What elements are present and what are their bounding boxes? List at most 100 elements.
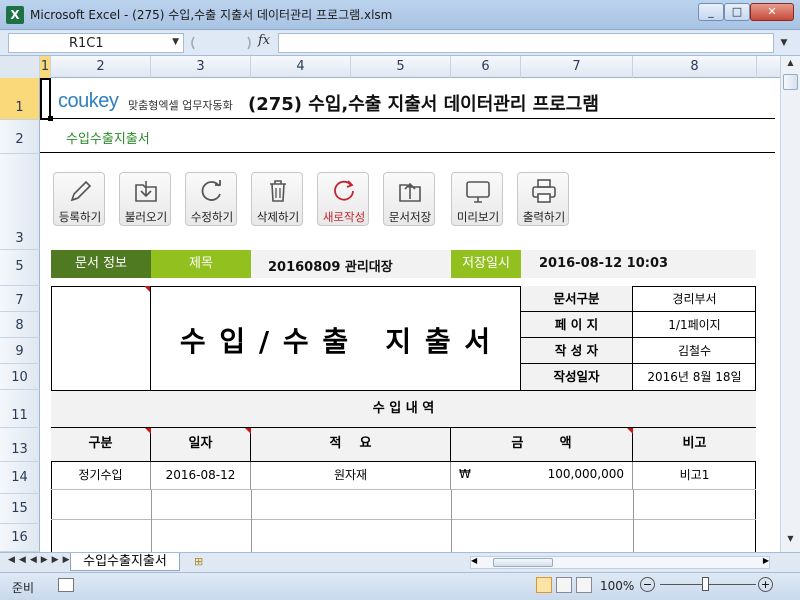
scroll-up-icon[interactable]: ▲ [783,58,798,72]
table-header: 적 요 [251,428,451,462]
form-heading: 수 입 / 수 출 지 출 서 [179,325,493,358]
column-header[interactable]: 5 [351,56,451,78]
meta-label: 작 성 자 [521,338,633,364]
table-row[interactable] [51,490,756,520]
refresh-icon [201,180,221,201]
column-header[interactable]: 7 [521,56,633,78]
column-header[interactable]: 6 [451,56,521,78]
row-header[interactable]: 16 [0,524,40,552]
zoom-level: 100% [600,579,635,593]
row-header[interactable]: 15 [0,494,40,524]
formula-input[interactable] [278,33,774,53]
trash-icon [270,180,286,202]
doc-title-label: 제목 [151,250,251,278]
table-cell[interactable]: 2016-08-12 [151,462,251,490]
hscroll-thumb[interactable] [493,558,553,567]
scroll-left-icon[interactable]: ◀ [471,556,477,565]
name-box-value: R1C1 [69,36,104,51]
page-layout-icon[interactable] [556,577,572,593]
section-title: 수 입 내 역 [51,391,756,428]
minimize-button[interactable]: _ [698,3,724,21]
row-header[interactable]: 11 [0,390,40,428]
printer-icon [532,179,556,203]
column-header[interactable]: 8 [633,56,757,78]
name-box[interactable]: R1C1 ▼ [8,33,184,53]
fx-button[interactable]: fx [258,33,270,48]
active-cell[interactable] [40,78,51,120]
normal-view-icon[interactable] [536,577,552,593]
preview-button[interactable]: 미리보기 [451,172,503,226]
table-header: 구분 [51,428,151,462]
macro-record-icon[interactable] [58,578,74,592]
row-header[interactable]: 10 [0,364,40,390]
doc-title-value[interactable]: 20160809 관리대장 [268,256,393,275]
zoom-in-icon[interactable]: + [758,577,773,592]
row-header[interactable]: 13 [0,428,40,462]
new-icon [334,180,354,201]
delete-label: 삭제하기 [256,210,300,224]
register-button[interactable]: 등록하기 [53,172,105,226]
row-header[interactable]: 8 [0,312,40,338]
tab-nav-icons[interactable]: ◀◀◀▶▶▶ [8,555,74,565]
excel-icon[interactable]: X [6,6,24,24]
column-header[interactable]: 4 [251,56,351,78]
scroll-thumb[interactable] [783,74,798,90]
meta-value[interactable]: 경리부서 [633,286,756,312]
scroll-down-icon[interactable]: ▼ [783,534,798,548]
edit-button[interactable]: 수정하기 [185,172,237,226]
divider [151,490,152,552]
sheet-label: 수입수출지출서 [66,132,150,147]
column-header[interactable]: 2 [51,56,151,78]
table-cell[interactable]: 정기수입 [51,462,151,490]
divider [40,118,775,119]
delete-button[interactable]: 삭제하기 [251,172,303,226]
vertical-scrollbar[interactable]: ▲ ▼ [780,56,800,552]
amount-value: 100,000,000 [547,467,624,481]
amount-cell[interactable]: ₩ 100,000,000 [451,462,633,490]
new-sheet-icon[interactable]: ⊞ [194,555,203,568]
form-blank-cell [51,286,151,390]
table-header: 금 액 [451,428,633,462]
logo-tagline: 맞춤형엑셀 업무자동화 [128,99,233,112]
row-header[interactable]: 2 [0,120,40,154]
row-header[interactable]: 9 [0,338,40,364]
app-title: (275) 수입,수출 지출서 데이터관리 프로그램 [248,94,599,115]
upload-folder-icon [399,182,421,202]
row-header[interactable]: 7 [0,286,40,312]
monitor-icon [466,181,490,203]
column-header[interactable]: 3 [151,56,251,78]
table-header: 일자 [151,428,251,462]
row-header[interactable]: 1 [0,78,40,120]
expand-formula-icon[interactable]: ▼ [776,33,792,53]
title-bar: X Microsoft Excel - (275) 수입,수출 지출서 데이터관… [0,0,800,30]
window-title: Microsoft Excel - (275) 수입,수출 지출서 데이터관리 … [30,8,393,22]
maximize-button[interactable]: □ [724,3,750,21]
logo-word: coukey [58,90,119,112]
row-header[interactable]: 14 [0,462,40,494]
zoom-slider-thumb[interactable] [702,577,709,591]
row-header[interactable]: 3 [0,154,40,250]
sheet-tab[interactable]: 수입수출지출서 [70,553,180,571]
close-button[interactable]: ✕ [750,3,794,21]
load-button[interactable]: 불러오기 [119,172,171,226]
page-break-icon[interactable] [576,577,592,593]
save-button[interactable]: 문서저장 [383,172,435,226]
save-label: 문서저장 [388,210,432,224]
table-cell[interactable]: 원자재 [251,462,451,490]
print-button[interactable]: 출력하기 [517,172,569,226]
meta-value[interactable]: 2016년 8월 18일 [633,364,756,390]
zoom-out-icon[interactable]: − [640,577,655,592]
horizontal-scrollbar[interactable]: ◀ ▶ [470,556,770,569]
scroll-right-icon[interactable]: ▶ [763,556,769,565]
meta-value[interactable]: 1/1페이지 [633,312,756,338]
meta-value[interactable]: 김철수 [633,338,756,364]
select-all-corner[interactable] [0,56,40,78]
meta-label: 문서구분 [521,286,633,312]
doc-info-label: 문서 정보 [51,250,151,278]
row-header[interactable]: 5 [0,250,40,286]
table-cell[interactable]: 비고1 [633,462,756,490]
new-button[interactable]: 새로작성 [317,172,369,226]
divider [251,490,252,552]
column-header[interactable]: 1 [40,56,51,78]
chevron-down-icon[interactable]: ▼ [172,37,179,47]
